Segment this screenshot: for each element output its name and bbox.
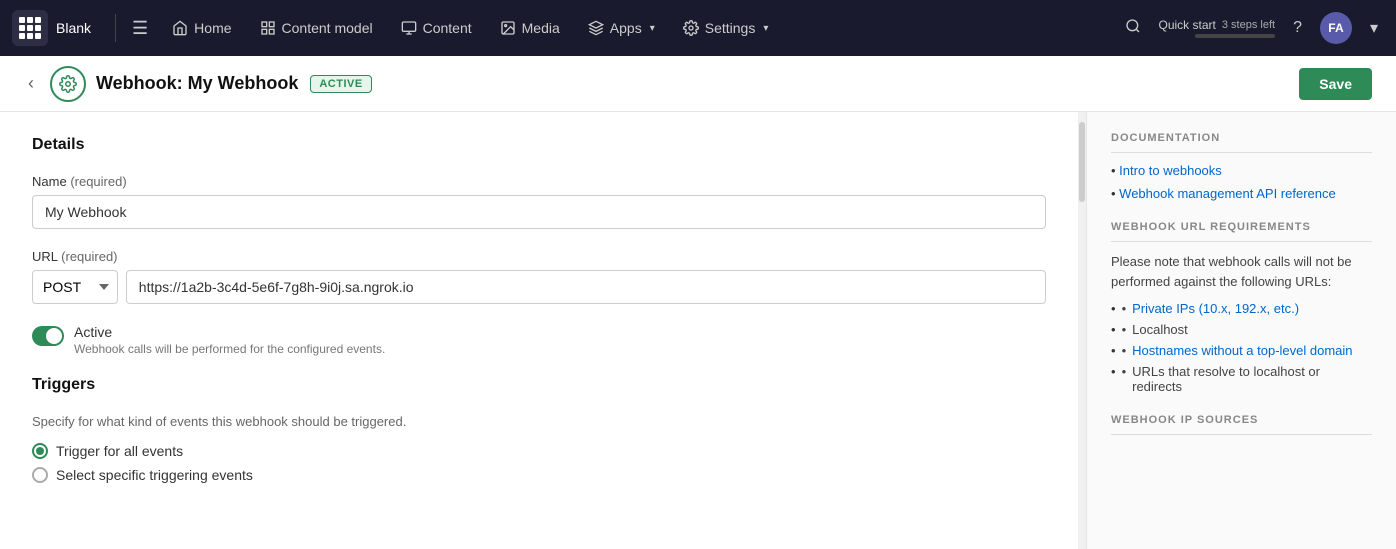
main-panel: Details Name (required) URL (required) P… [0, 112, 1078, 549]
url-row: POST GET PUT PATCH DELETE [32, 270, 1046, 304]
settings-chevron-icon: ▾ [763, 23, 768, 34]
url-requirements-section: WEBHOOK URL REQUIREMENTS Please note tha… [1111, 221, 1372, 394]
active-label-wrap: Active Webhook calls will be performed f… [74, 324, 385, 356]
media-icon [500, 20, 516, 36]
webhook-api-reference-link[interactable]: Webhook management API reference [1111, 186, 1372, 201]
trigger-all-radio-row: Trigger for all events [32, 443, 1046, 459]
nav-media-label: Media [522, 20, 560, 36]
name-required: (required) [70, 174, 126, 189]
url-input[interactable] [126, 270, 1046, 304]
save-button[interactable]: Save [1299, 68, 1372, 100]
active-toggle[interactable] [32, 326, 64, 346]
active-form-group: Active Webhook calls will be performed f… [32, 324, 1046, 356]
nav-item-settings[interactable]: Settings ▾ [671, 14, 781, 42]
url-req-text-3: URLs that resolve to localhost or redire… [1132, 364, 1372, 394]
menu-toggle-button[interactable]: ☰ [124, 12, 156, 45]
url-required: (required) [61, 249, 117, 264]
url-req-item-2: • Hostnames without a top-level domain [1111, 343, 1372, 358]
right-panel: DOCUMENTATION Intro to webhooks Webhook … [1086, 112, 1396, 549]
apps-chevron-icon: ▾ [650, 23, 655, 34]
page-title: Webhook: My Webhook [96, 73, 298, 94]
nav-item-content-model[interactable]: Content model [248, 14, 385, 42]
ip-sources-section: WEBHOOK IP SOURCES [1111, 414, 1372, 435]
nav-item-home[interactable]: Home [160, 14, 243, 42]
page-container: ‹ Webhook: My Webhook ACTIVE Save Detail… [0, 56, 1396, 549]
help-button[interactable]: ? [1287, 13, 1308, 43]
nav-item-content[interactable]: Content [389, 14, 484, 42]
settings-icon [683, 20, 699, 36]
toggle-knob [46, 328, 62, 344]
nav-item-media[interactable]: Media [488, 14, 572, 42]
url-requirements-text: Please note that webhook calls will not … [1111, 252, 1372, 291]
nav-item-apps[interactable]: Apps ▾ [576, 14, 667, 42]
content-model-icon [260, 20, 276, 36]
account-chevron-button[interactable]: ▾ [1364, 12, 1384, 44]
url-req-link-2[interactable]: Hostnames without a top-level domain [1132, 343, 1352, 358]
ip-sources-title: WEBHOOK IP SOURCES [1111, 414, 1372, 435]
nav-content-label: Content [423, 20, 472, 36]
page-header: ‹ Webhook: My Webhook ACTIVE Save [0, 56, 1396, 112]
top-navigation: Blank ☰ Home Content model Content Media… [0, 0, 1396, 56]
active-label: Active [74, 324, 385, 340]
url-req-text-1: Localhost [1132, 322, 1188, 337]
nav-divider [115, 14, 116, 42]
trigger-specific-label: Select specific triggering events [56, 467, 253, 483]
nav-settings-label: Settings [705, 20, 756, 36]
search-button[interactable] [1119, 12, 1147, 45]
content-icon [401, 20, 417, 36]
gear-icon [59, 75, 77, 93]
scrollbar-track[interactable] [1078, 112, 1086, 549]
back-button[interactable]: ‹ [24, 69, 38, 98]
trigger-all-radio[interactable] [32, 443, 48, 459]
url-form-group: URL (required) POST GET PUT PATCH DELETE [32, 249, 1046, 304]
status-badge: ACTIVE [310, 75, 371, 93]
active-hint: Webhook calls will be performed for the … [74, 342, 385, 356]
url-req-link-0[interactable]: Private IPs (10.x, 192.x, etc.) [1132, 301, 1299, 316]
active-toggle-row: Active Webhook calls will be performed f… [32, 324, 1046, 356]
quick-start-label: Quick start 3 steps left [1159, 18, 1276, 32]
topnav-right: Quick start 3 steps left ? FA ▾ [1119, 12, 1385, 45]
apps-icon [588, 20, 604, 36]
nav-content-model-label: Content model [282, 20, 373, 36]
triggers-section: Triggers Specify for what kind of events… [32, 376, 1046, 483]
user-avatar[interactable]: FA [1320, 12, 1352, 44]
url-req-item-1: • Localhost [1111, 322, 1372, 337]
url-label: URL (required) [32, 249, 1046, 264]
documentation-title: DOCUMENTATION [1111, 132, 1372, 153]
trigger-specific-radio-row: Select specific triggering events [32, 467, 1046, 483]
documentation-section: DOCUMENTATION Intro to webhooks Webhook … [1111, 132, 1372, 201]
name-label: Name (required) [32, 174, 1046, 189]
content-area: Details Name (required) URL (required) P… [0, 112, 1396, 549]
url-requirements-title: WEBHOOK URL REQUIREMENTS [1111, 221, 1372, 242]
trigger-all-label: Trigger for all events [56, 443, 183, 459]
url-req-item-0: • Private IPs (10.x, 192.x, etc.) [1111, 301, 1372, 316]
search-icon [1125, 18, 1141, 34]
http-method-select[interactable]: POST GET PUT PATCH DELETE [32, 270, 118, 304]
details-section-title: Details [32, 136, 1046, 154]
quick-start-progress-bar [1195, 34, 1275, 38]
quick-start-widget[interactable]: Quick start 3 steps left [1159, 18, 1276, 38]
url-req-item-3: • URLs that resolve to localhost or redi… [1111, 364, 1372, 394]
nav-home-label: Home [194, 20, 231, 36]
webhook-gear-icon [50, 66, 86, 102]
name-input[interactable] [32, 195, 1046, 229]
triggers-title: Triggers [32, 376, 1046, 394]
trigger-specific-radio[interactable] [32, 467, 48, 483]
nav-apps-label: Apps [610, 20, 642, 36]
home-icon [172, 20, 188, 36]
intro-webhooks-link[interactable]: Intro to webhooks [1111, 163, 1372, 178]
triggers-description: Specify for what kind of events this web… [32, 414, 1046, 429]
name-form-group: Name (required) [32, 174, 1046, 229]
scrollbar-thumb[interactable] [1079, 122, 1085, 202]
steps-badge: 3 steps left [1222, 19, 1275, 31]
app-logo[interactable] [12, 10, 48, 46]
app-brand: Blank [56, 20, 91, 36]
